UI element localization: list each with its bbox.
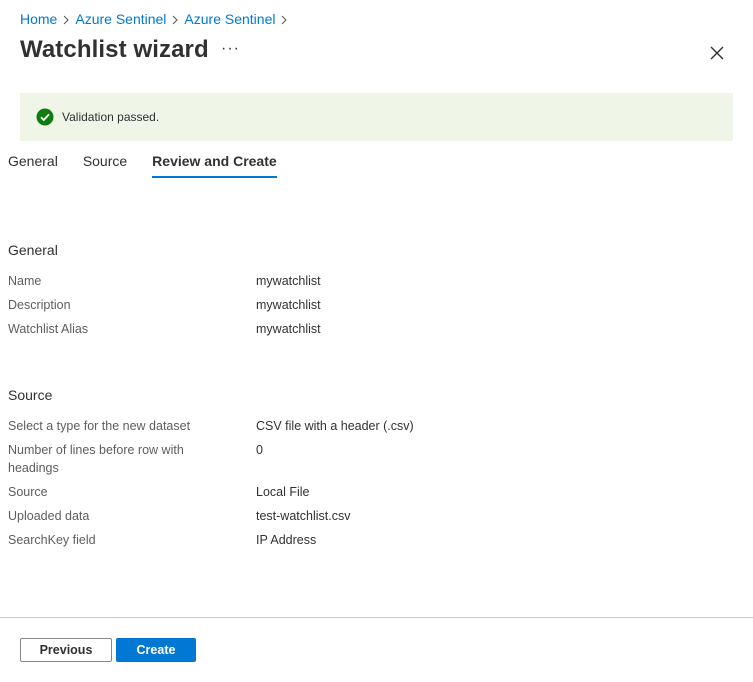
previous-button[interactable]: Previous	[20, 638, 112, 662]
dataset-type-value: CSV file with a header (.csv)	[256, 419, 414, 433]
name-label: Name	[8, 274, 42, 288]
lines-before-headings-label: Number of lines before row with headings	[8, 443, 184, 475]
chevron-right-icon	[275, 12, 293, 27]
uploaded-data-value: test-watchlist.csv	[256, 509, 351, 523]
dataset-type-label: Select a type for the new dataset	[8, 419, 191, 433]
breadcrumb: Home Azure Sentinel Azure Sentinel	[20, 11, 293, 27]
footer-divider	[0, 617, 753, 618]
tab-review-and-create[interactable]: Review and Create	[152, 153, 277, 178]
breadcrumb-sentinel-workspace-link[interactable]: Azure Sentinel	[184, 11, 275, 27]
searchkey-field-value: IP Address	[256, 533, 317, 547]
source-value: Local File	[256, 485, 310, 499]
description-label: Description	[8, 298, 71, 312]
lines-before-headings-value: 0	[256, 443, 263, 457]
general-section-title: General	[8, 242, 58, 258]
tab-general[interactable]: General	[8, 153, 58, 178]
breadcrumb-sentinel-link[interactable]: Azure Sentinel	[75, 11, 166, 27]
watchlist-wizard-page: Home Azure Sentinel Azure Sentinel Watch…	[0, 0, 753, 682]
chevron-right-icon	[166, 12, 184, 27]
create-button[interactable]: Create	[116, 638, 196, 662]
source-section-title: Source	[8, 387, 53, 403]
validation-message: Validation passed.	[62, 110, 160, 124]
watchlist-alias-label: Watchlist Alias	[8, 322, 89, 336]
breadcrumb-home-link[interactable]: Home	[20, 11, 57, 27]
tab-source[interactable]: Source	[83, 153, 127, 178]
close-icon[interactable]	[706, 42, 728, 64]
page-title: Watchlist wizard	[20, 36, 209, 63]
name-value: mywatchlist	[256, 274, 321, 288]
wizard-tabs: General Source Review and Create	[8, 153, 302, 178]
uploaded-data-label: Uploaded data	[8, 509, 90, 523]
validation-banner: Validation passed.	[20, 93, 733, 141]
chevron-right-icon	[57, 12, 75, 27]
success-check-icon	[36, 108, 54, 126]
watchlist-alias-value: mywatchlist	[256, 322, 321, 336]
searchkey-field-label: SearchKey field	[8, 533, 96, 547]
description-value: mywatchlist	[256, 298, 321, 312]
source-label: Source	[8, 485, 48, 499]
more-options-button[interactable]: ···	[221, 40, 240, 58]
